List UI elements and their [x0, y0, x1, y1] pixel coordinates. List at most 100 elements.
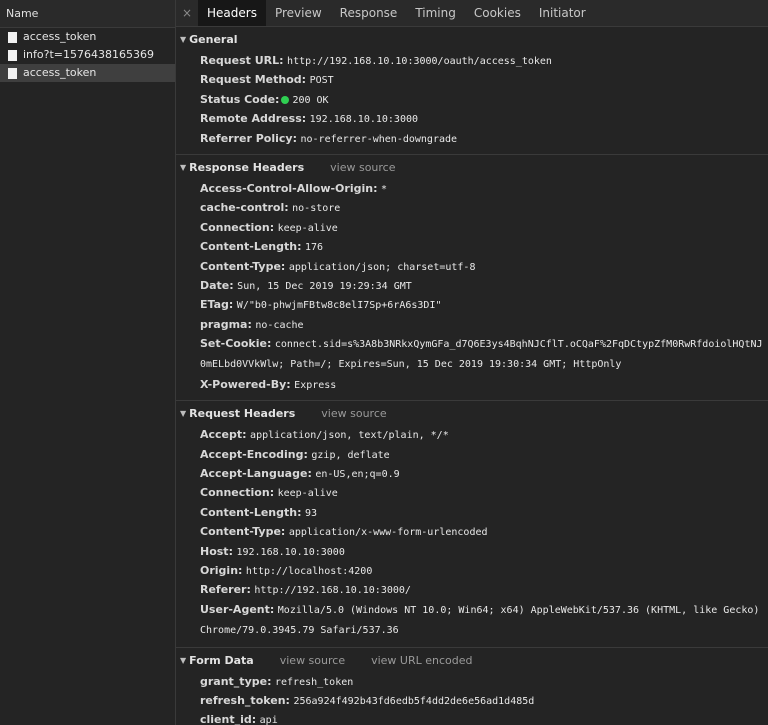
header-value: no-store [292, 203, 341, 215]
tab-response[interactable]: Response [331, 0, 407, 26]
header-key: cache-control: [200, 201, 289, 215]
header-row: Content-Type: application/json; charset=… [176, 257, 768, 276]
general-section-header[interactable]: ▼ General [176, 29, 768, 51]
request-item[interactable]: access_token [0, 28, 175, 46]
header-row: X-Powered-By: Express [176, 375, 768, 394]
header-value: http://192.168.10.10:3000/ [254, 585, 411, 597]
header-value: application/json; charset=utf-8 [288, 261, 476, 273]
header-row: Date: Sun, 15 Dec 2019 19:29:34 GMT [176, 276, 768, 295]
header-value: 176 [305, 242, 324, 254]
tab-initiator[interactable]: Initiator [530, 0, 595, 26]
header-key: Connection: [200, 220, 275, 234]
name-column-header[interactable]: Name [0, 0, 175, 28]
header-key: Referrer Policy: [200, 131, 297, 145]
header-row: Connection: keep-alive [176, 483, 768, 502]
header-row: Request URL: http://192.168.10.10:3000/o… [176, 51, 768, 70]
header-row: Referrer Policy: no-referrer-when-downgr… [176, 129, 768, 148]
header-value: Express [294, 379, 337, 391]
close-icon[interactable]: × [176, 0, 198, 26]
tab-headers[interactable]: Headers [198, 0, 266, 26]
form-data-key: refresh_token: [200, 694, 290, 707]
form-data-section: ▼ Form Data view source view URL encoded… [176, 650, 768, 725]
view-source-link[interactable]: view source [321, 403, 386, 425]
request-detail-panel: × Headers Preview Response Timing Cookie… [176, 0, 768, 725]
header-key: Set-Cookie: [200, 337, 272, 351]
triangle-down-icon: ▼ [180, 409, 187, 419]
header-key: pragma: [200, 317, 252, 331]
header-key: X-Powered-By: [200, 377, 291, 391]
request-item-selected[interactable]: access_token [0, 64, 175, 82]
header-row: Accept-Encoding: gzip, deflate [176, 445, 768, 464]
request-item-label: access_token [23, 66, 97, 79]
header-value: 93 [305, 507, 318, 519]
header-key: Request URL: [200, 54, 284, 67]
general-section: ▼ General Request URL: http://192.168.10… [176, 29, 768, 155]
header-value: Mozilla/5.0 (Windows NT 10.0; Win64; x64… [200, 604, 760, 637]
header-value: application/json, text/plain, */* [250, 430, 449, 442]
view-source-link[interactable]: view source [280, 650, 345, 672]
request-item-label: info?t=1576438165369 [23, 48, 154, 61]
section-title: Response Headers [189, 160, 305, 174]
form-data-value: 256a924f492b43fd6edb5f4dd2de6e56ad1d485d [293, 696, 535, 707]
request-headers-section-header[interactable]: ▼ Request Headers view source [176, 403, 768, 425]
form-data-key: client_id: [200, 713, 257, 725]
header-row: Content-Length: 176 [176, 237, 768, 256]
header-value: Sun, 15 Dec 2019 19:29:34 GMT [237, 280, 412, 292]
header-key: Connection: [200, 486, 275, 500]
section-title: General [189, 33, 238, 46]
header-row: Content-Type: application/x-www-form-url… [176, 522, 768, 541]
form-data-row: refresh_token: 256a924f492b43fd6edb5f4dd… [176, 691, 768, 710]
header-key: Content-Type: [200, 259, 286, 273]
header-key: Origin: [200, 564, 243, 578]
header-row: Referer: http://192.168.10.10:3000/ [176, 580, 768, 599]
tab-preview[interactable]: Preview [266, 0, 331, 26]
header-row: Remote Address: 192.168.10.10:3000 [176, 109, 768, 128]
document-icon [8, 49, 17, 61]
header-value: 192.168.10.10:3000 [309, 114, 419, 126]
header-row: Request Method: POST [176, 70, 768, 89]
view-url-encoded-link[interactable]: view URL encoded [371, 650, 472, 672]
request-headers-section: ▼ Request Headers view source Accept: ap… [176, 403, 768, 648]
header-key: Accept-Language: [200, 467, 312, 481]
header-row: Set-Cookie: connect.sid=s%3A8b3NRkxQymGF… [176, 334, 768, 375]
section-title: Form Data [189, 653, 254, 667]
header-key: Content-Length: [200, 240, 302, 254]
header-key: Date: [200, 278, 234, 292]
header-value: W/"b0-phwjmFBtw8c8elI7Sp+6rA6s3DI" [236, 300, 442, 312]
header-value: 200 OK [292, 94, 329, 106]
request-item-label: access_token [23, 30, 97, 43]
header-key: ETag: [200, 298, 234, 312]
tab-timing[interactable]: Timing [406, 0, 465, 26]
header-key: Access-Control-Allow-Origin: [200, 181, 378, 195]
header-key: Content-Type: [200, 525, 286, 539]
response-headers-section-header[interactable]: ▼ Response Headers view source [176, 157, 768, 179]
header-value: no-referrer-when-downgrade [300, 133, 458, 145]
request-item[interactable]: info?t=1576438165369 [0, 46, 175, 64]
view-source-link[interactable]: view source [330, 157, 395, 179]
header-row: Connection: keep-alive [176, 218, 768, 237]
header-value: http://192.168.10.10:3000/oauth/access_t… [287, 56, 552, 67]
header-key: Request Method: [200, 73, 307, 87]
header-value: en-US,en;q=0.9 [315, 469, 400, 481]
header-key: User-Agent: [200, 602, 275, 616]
header-key: Content-Length: [200, 505, 302, 519]
header-key: Host: [200, 544, 233, 558]
document-icon [8, 31, 17, 43]
tab-cookies[interactable]: Cookies [465, 0, 530, 26]
form-data-value: refresh_token [274, 676, 354, 688]
section-title: Request Headers [189, 407, 296, 421]
header-value: connect.sid=s%3A8b3NRkxQymGFa_d7Q6E3ys4B… [200, 339, 763, 371]
header-row: Access-Control-Allow-Origin: * [176, 179, 768, 198]
header-key: Remote Address: [200, 112, 307, 126]
status-ok-icon [281, 95, 290, 104]
document-icon [8, 67, 17, 79]
header-key: Accept: [200, 428, 247, 442]
header-row: ETag: W/"b0-phwjmFBtw8c8elI7Sp+6rA6s3DI" [176, 295, 768, 314]
header-value: http://localhost:4200 [245, 566, 373, 578]
form-data-row: grant_type: refresh_token [176, 672, 768, 691]
header-row: Status Code: 200 OK [176, 90, 768, 109]
header-row: User-Agent: Mozilla/5.0 (Windows NT 10.0… [176, 600, 768, 641]
header-row: Accept-Language: en-US,en;q=0.9 [176, 464, 768, 483]
form-data-section-header[interactable]: ▼ Form Data view source view URL encoded [176, 650, 768, 672]
detail-tabbar: × Headers Preview Response Timing Cookie… [176, 0, 768, 27]
